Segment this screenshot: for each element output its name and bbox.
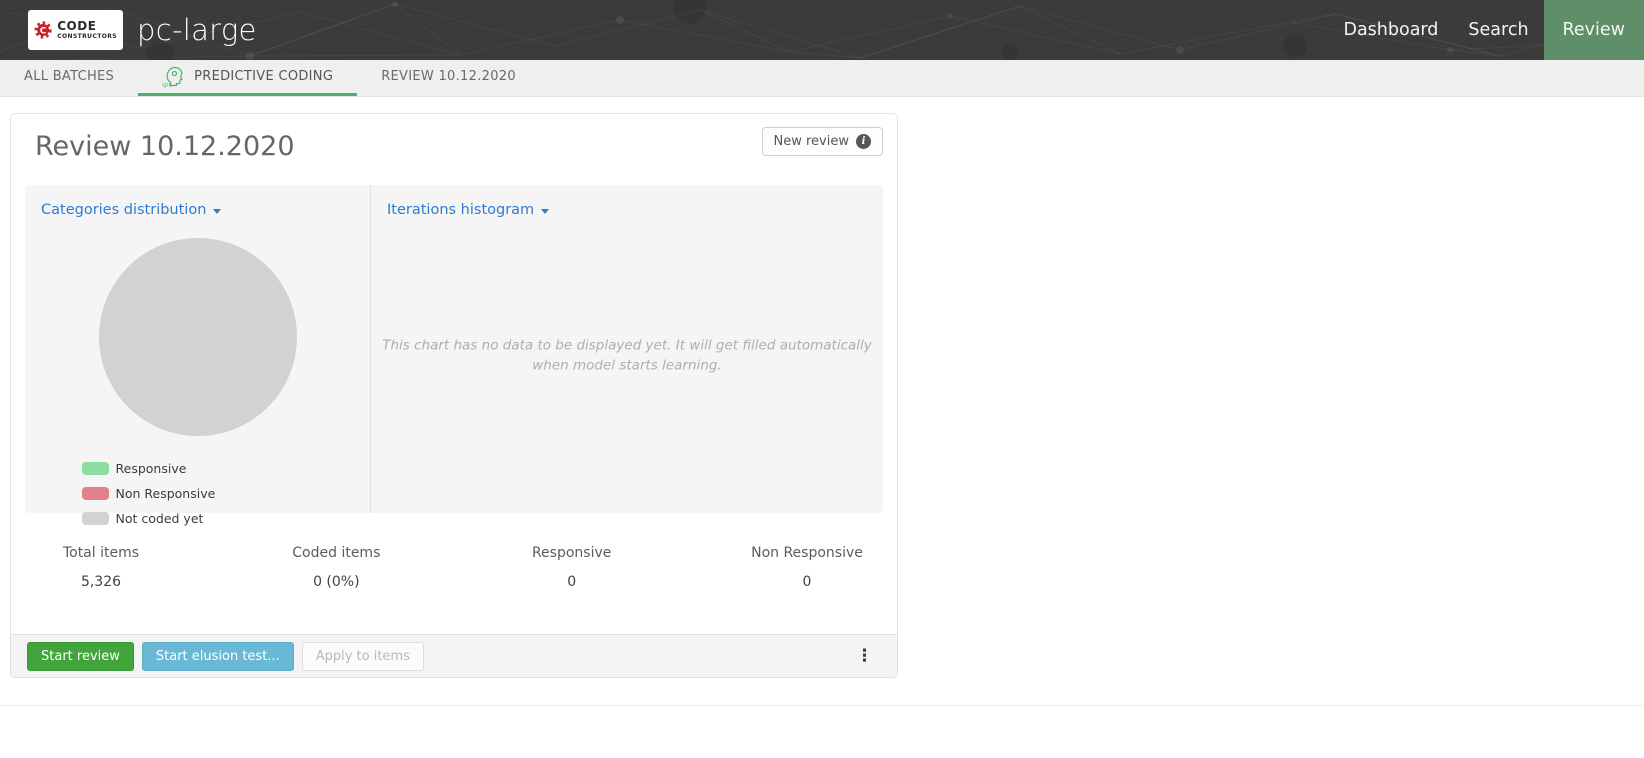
legend-item-responsive[interactable]: Responsive <box>82 461 187 476</box>
tab-all-batches[interactable]: ALL BATCHES <box>0 60 138 96</box>
gear-logo-icon: C <box>34 17 52 43</box>
tab-predictive-coding-label: PREDICTIVE CODING <box>194 69 333 84</box>
categories-distribution-title: Categories distribution <box>41 202 206 218</box>
iterations-histogram-dropdown[interactable]: Iterations histogram <box>387 202 549 218</box>
chevron-down-icon <box>541 209 549 214</box>
categories-distribution-panel: Categories distribution Responsive Non R… <box>25 185 371 513</box>
stat-label: Responsive <box>512 545 632 561</box>
stat-value: 0 <box>512 574 632 590</box>
stat-value: 0 (0%) <box>276 574 396 590</box>
tab-all-batches-label: ALL BATCHES <box>24 69 114 84</box>
start-elusion-test-button[interactable]: Start elusion test... <box>142 642 294 671</box>
stat-label: Total items <box>41 545 161 561</box>
start-review-button[interactable]: Start review <box>27 642 134 671</box>
review-card: Review 10.12.2020 New review i Categorie… <box>10 113 898 678</box>
review-card-header: Review 10.12.2020 New review i <box>11 114 897 175</box>
categories-distribution-dropdown[interactable]: Categories distribution <box>41 202 221 218</box>
tab-review-10-12-2020[interactable]: REVIEW 10.12.2020 <box>357 60 540 96</box>
legend-item-non-responsive[interactable]: Non Responsive <box>82 486 216 501</box>
categories-pie-chart <box>99 238 297 436</box>
responsive-swatch-icon <box>82 462 109 475</box>
svg-text:ipc: ipc <box>162 80 172 88</box>
nav-item-search[interactable]: Search <box>1453 0 1543 60</box>
stat-value: 0 <box>747 574 867 590</box>
stat-label: Coded items <box>276 545 396 561</box>
stat-coded-items: Coded items 0 (0%) <box>276 545 396 590</box>
new-review-button[interactable]: New review i <box>762 127 883 156</box>
nav-item-review[interactable]: Review <box>1544 0 1644 60</box>
top-nav: Dashboard Search Review <box>1328 0 1644 60</box>
stat-non-responsive: Non Responsive 0 <box>747 545 867 590</box>
apply-to-items-button[interactable]: Apply to items <box>302 642 424 671</box>
info-icon[interactable]: i <box>856 134 871 149</box>
stat-label: Non Responsive <box>747 545 867 561</box>
iterations-histogram-panel: Iterations histogram This chart has no d… <box>371 185 883 513</box>
batch-tabbar: ALL BATCHES ipc PREDICTIVE CODING REVIEW… <box>0 60 1644 97</box>
non-responsive-swatch-icon <box>82 487 109 500</box>
review-title: Review 10.12.2020 <box>35 131 873 163</box>
stat-total-items: Total items 5,326 <box>41 545 161 590</box>
review-card-footer: Start review Start elusion test... Apply… <box>11 634 897 677</box>
legend-label-not-coded-yet: Not coded yet <box>116 511 204 526</box>
kebab-vertical-icon[interactable]: ⋮ <box>856 648 873 665</box>
tab-review-label: REVIEW 10.12.2020 <box>381 69 516 84</box>
new-review-label: New review <box>774 134 849 149</box>
charts-panel: Categories distribution Responsive Non R… <box>25 185 883 513</box>
nav-item-dashboard[interactable]: Dashboard <box>1328 0 1453 60</box>
empty-chart-message: This chart has no data to be displayed y… <box>377 336 877 375</box>
legend-label-non-responsive: Non Responsive <box>116 486 216 501</box>
top-navbar: C CODE CONSTRUCTORS pc-large Dashboard S… <box>0 0 1644 60</box>
project-title: pc-large <box>137 13 257 47</box>
predictive-coding-head-icon: ipc <box>162 65 186 88</box>
logo-text: CODE CONSTRUCTORS <box>57 20 117 40</box>
iterations-histogram-title: Iterations histogram <box>387 202 534 218</box>
page-bottom-divider <box>0 705 1644 706</box>
chevron-down-icon <box>213 209 221 214</box>
code-constructors-logo[interactable]: C CODE CONSTRUCTORS <box>28 10 123 50</box>
legend-label-responsive: Responsive <box>116 461 187 476</box>
stat-value: 5,326 <box>41 574 161 590</box>
svg-text:C: C <box>40 27 47 37</box>
stat-responsive: Responsive 0 <box>512 545 632 590</box>
not-coded-yet-swatch-icon <box>82 512 109 525</box>
categories-legend: Responsive Non Responsive Not coded yet <box>82 460 314 535</box>
logo-line1: CODE <box>57 20 117 32</box>
tab-predictive-coding[interactable]: ipc PREDICTIVE CODING <box>138 60 357 96</box>
legend-item-not-coded-yet[interactable]: Not coded yet <box>82 511 204 526</box>
logo-line2: CONSTRUCTORS <box>57 34 117 40</box>
